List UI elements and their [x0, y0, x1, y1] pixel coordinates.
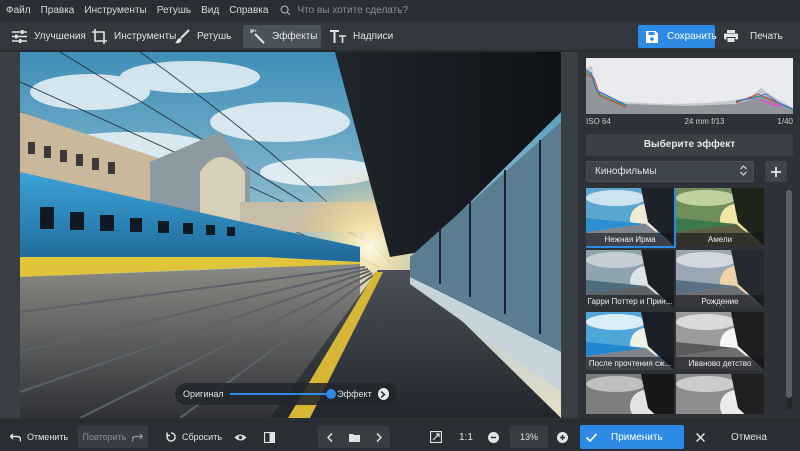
tab-tools[interactable]: Инструменты: [86, 25, 176, 48]
apply-label: Применить: [611, 431, 663, 443]
compare-knob[interactable]: [326, 389, 337, 399]
lens-value: 24 mm f/13: [684, 116, 725, 126]
redo-label: Повторить: [82, 432, 127, 442]
eye-icon[interactable]: [234, 426, 248, 448]
compare-effect-label: Эффект: [337, 389, 372, 399]
close-icon: [696, 432, 705, 442]
scrollbar-thumb[interactable]: [786, 190, 792, 398]
search-icon: [280, 4, 291, 16]
compare-fill: [229, 393, 332, 395]
menu-bar: Файл Правка Инструменты Ретушь Вид Справ…: [0, 0, 800, 20]
undo-button[interactable]: Отменить: [10, 426, 72, 448]
apply-button[interactable]: Применить: [580, 425, 684, 449]
zoom-in-icon[interactable]: [557, 426, 569, 448]
crop-icon: [92, 29, 107, 45]
cancel-label: Отмена: [731, 431, 767, 443]
tab-text[interactable]: Надписи: [324, 25, 396, 48]
effect-thumb[interactable]: После прочтения сж...: [586, 312, 674, 370]
canvas-area: Оригинал Эффект: [0, 52, 578, 418]
redo-icon: [132, 433, 144, 442]
zoom-out-icon[interactable]: [488, 426, 500, 448]
menu-edit[interactable]: Правка: [41, 5, 75, 16]
effect-thumb-label: После прочтения сж...: [586, 357, 674, 370]
sliders-icon: [12, 29, 27, 45]
effects-title: Выберите эффект: [586, 134, 793, 156]
effects-panel: ISO 64 24 mm f/13 1/40 Выберите эффект К…: [578, 52, 800, 418]
fit-screen-icon[interactable]: [430, 426, 444, 448]
effect-thumb-label: Амели: [676, 233, 764, 246]
main-toolbar: Улучшения Инструменты Ретушь Эффекты Над…: [0, 22, 800, 51]
print-label: Печать: [750, 31, 783, 42]
effect-thumb[interactable]: Гарри Поттер и Прин...: [586, 250, 674, 308]
redo-button[interactable]: Повторить: [78, 426, 148, 448]
iso-value: ISO 64: [586, 116, 611, 126]
reset-icon: [166, 432, 176, 442]
tab-tools-label: Инструменты: [114, 31, 177, 42]
effect-thumb-label: Иваново детство: [676, 357, 764, 370]
menu-view[interactable]: Вид: [201, 5, 219, 16]
zoom-level[interactable]: 13%: [510, 426, 548, 448]
histogram: [586, 58, 793, 114]
chevron-right-nav-icon[interactable]: [375, 432, 382, 442]
updown-arrow-icon: [740, 165, 747, 179]
tab-effects-label: Эффекты: [272, 31, 318, 42]
effects-scrollbar[interactable]: [786, 190, 792, 410]
printer-icon: [724, 30, 738, 43]
tab-enhance[interactable]: Улучшения: [6, 25, 86, 48]
effects-grid: Нежная Ирма Амели Гарри Поттер и Прин...…: [586, 188, 784, 414]
effect-category-dropdown[interactable]: Кинофильмы: [586, 161, 754, 182]
effect-category-value: Кинофильмы: [595, 166, 657, 177]
checkmark-icon: [586, 432, 597, 442]
reset-button[interactable]: Сбросить: [166, 426, 222, 448]
compare-original-label: Оригинал: [183, 389, 224, 399]
menu-search[interactable]: Что вы хотите сделать?: [280, 5, 408, 16]
photo-metadata: ISO 64 24 mm f/13 1/40: [586, 114, 793, 128]
tab-text-label: Надписи: [353, 31, 394, 42]
menu-help[interactable]: Справка: [229, 5, 268, 16]
undo-icon: [10, 433, 21, 442]
menu-tools[interactable]: Инструменты: [84, 5, 146, 16]
print-button[interactable]: Печать: [720, 25, 790, 48]
compare-track[interactable]: [229, 389, 337, 399]
effect-thumb[interactable]: Иваново детство: [676, 312, 764, 370]
chevron-left-icon[interactable]: [326, 432, 333, 442]
bottom-bar: Отменить Повторить Сбросить 1:1 13% Прим…: [0, 421, 800, 451]
tab-retouch[interactable]: Ретушь: [168, 25, 240, 48]
effect-thumb[interactable]: [676, 374, 764, 414]
reset-label: Сбросить: [182, 432, 223, 442]
floppy-disk-icon: [646, 30, 658, 43]
cancel-button[interactable]: Отмена: [692, 425, 792, 449]
actual-size-button[interactable]: 1:1: [459, 426, 477, 448]
effect-thumb[interactable]: Рождение: [676, 250, 764, 308]
compare-slider[interactable]: Оригинал Эффект: [175, 383, 397, 405]
menu-retouch[interactable]: Ретушь: [157, 5, 191, 16]
effect-thumb[interactable]: [586, 374, 674, 414]
save-label: Сохранить: [667, 31, 717, 42]
compare-split-icon[interactable]: [264, 426, 278, 448]
text-icon: [330, 29, 346, 45]
add-effect-button[interactable]: [765, 161, 787, 182]
tab-retouch-label: Ретушь: [197, 31, 232, 42]
plus-icon: [771, 166, 781, 177]
navigation-group: [318, 426, 390, 448]
menu-file[interactable]: Файл: [6, 5, 31, 16]
effect-thumb-label: Нежная Ирма: [586, 233, 674, 246]
tab-effects[interactable]: Эффекты: [243, 25, 321, 48]
chevron-right-icon[interactable]: [377, 388, 389, 400]
search-placeholder: Что вы хотите сделать?: [297, 4, 408, 16]
effect-thumb-label: Гарри Поттер и Прин...: [586, 295, 674, 308]
effect-thumb-label: Рождение: [676, 295, 764, 308]
magic-wand-icon: [249, 29, 265, 45]
photo-preview[interactable]: [20, 52, 561, 418]
undo-label: Отменить: [27, 432, 69, 442]
folder-icon[interactable]: [348, 433, 360, 442]
shutter-value: 1/40: [777, 116, 793, 126]
effect-thumb[interactable]: Нежная Ирма: [586, 188, 676, 248]
effect-thumb[interactable]: Амели: [676, 188, 764, 246]
brush-icon: [174, 29, 190, 45]
save-button[interactable]: Сохранить: [638, 25, 717, 48]
tab-enhance-label: Улучшения: [34, 31, 86, 42]
